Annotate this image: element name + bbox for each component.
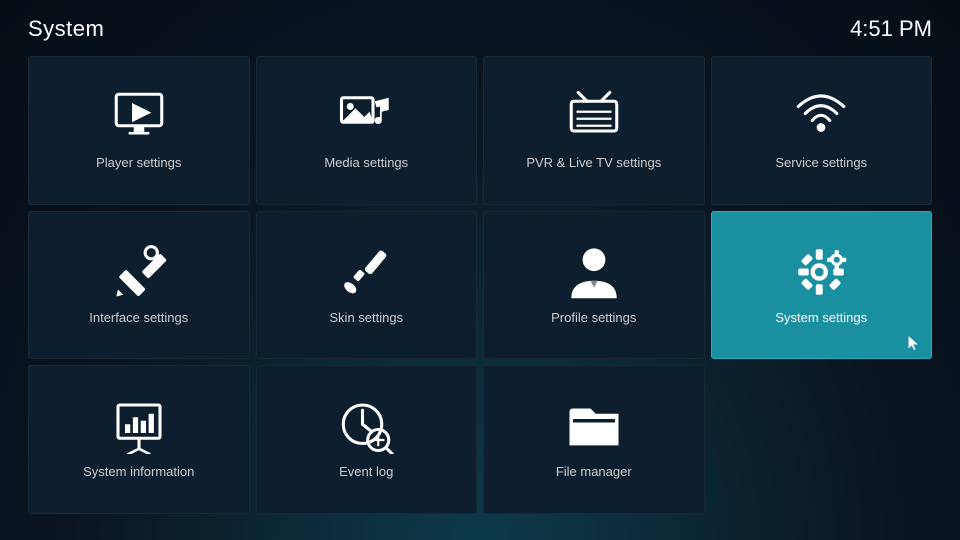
tile-player-settings[interactable]: Player settings <box>28 56 250 205</box>
sysinfo-icon <box>111 398 167 454</box>
player-settings-label: Player settings <box>88 155 189 172</box>
header: System 4:51 PM <box>0 0 960 50</box>
pvr-settings-label: PVR & Live TV settings <box>518 155 669 172</box>
tile-service-settings[interactable]: Service settings <box>711 56 933 205</box>
tile-file-manager[interactable]: File manager <box>483 365 705 514</box>
filemanager-icon <box>566 398 622 454</box>
empty-cell <box>711 365 933 514</box>
service-settings-label: Service settings <box>767 155 875 172</box>
tile-interface-settings[interactable]: Interface settings <box>28 211 250 360</box>
interface-icon <box>111 244 167 300</box>
file-manager-label: File manager <box>548 464 640 481</box>
tile-profile-settings[interactable]: Profile settings <box>483 211 705 360</box>
interface-settings-label: Interface settings <box>81 310 196 327</box>
settings-grid: Player settings Media settings <box>0 50 960 530</box>
clock: 4:51 PM <box>850 16 932 42</box>
media-icon <box>338 89 394 145</box>
event-log-label: Event log <box>331 464 401 481</box>
profile-icon <box>566 244 622 300</box>
tile-media-settings[interactable]: Media settings <box>256 56 478 205</box>
tile-system-settings[interactable]: System settings <box>711 211 933 360</box>
tile-pvr-settings[interactable]: PVR & Live TV settings <box>483 56 705 205</box>
system-settings-label: System settings <box>767 310 875 327</box>
tile-system-information[interactable]: System information <box>28 365 250 514</box>
skin-icon <box>338 244 394 300</box>
service-icon <box>793 89 849 145</box>
player-icon <box>111 89 167 145</box>
tile-skin-settings[interactable]: Skin settings <box>256 211 478 360</box>
profile-settings-label: Profile settings <box>543 310 644 327</box>
system-settings-icon <box>793 244 849 300</box>
pvr-icon <box>566 89 622 145</box>
tile-event-log[interactable]: Event log <box>256 365 478 514</box>
skin-settings-label: Skin settings <box>321 310 411 327</box>
cursor-indicator <box>907 336 921 350</box>
system-information-label: System information <box>75 464 202 481</box>
page-title: System <box>28 16 104 42</box>
eventlog-icon <box>338 398 394 454</box>
media-settings-label: Media settings <box>316 155 416 172</box>
